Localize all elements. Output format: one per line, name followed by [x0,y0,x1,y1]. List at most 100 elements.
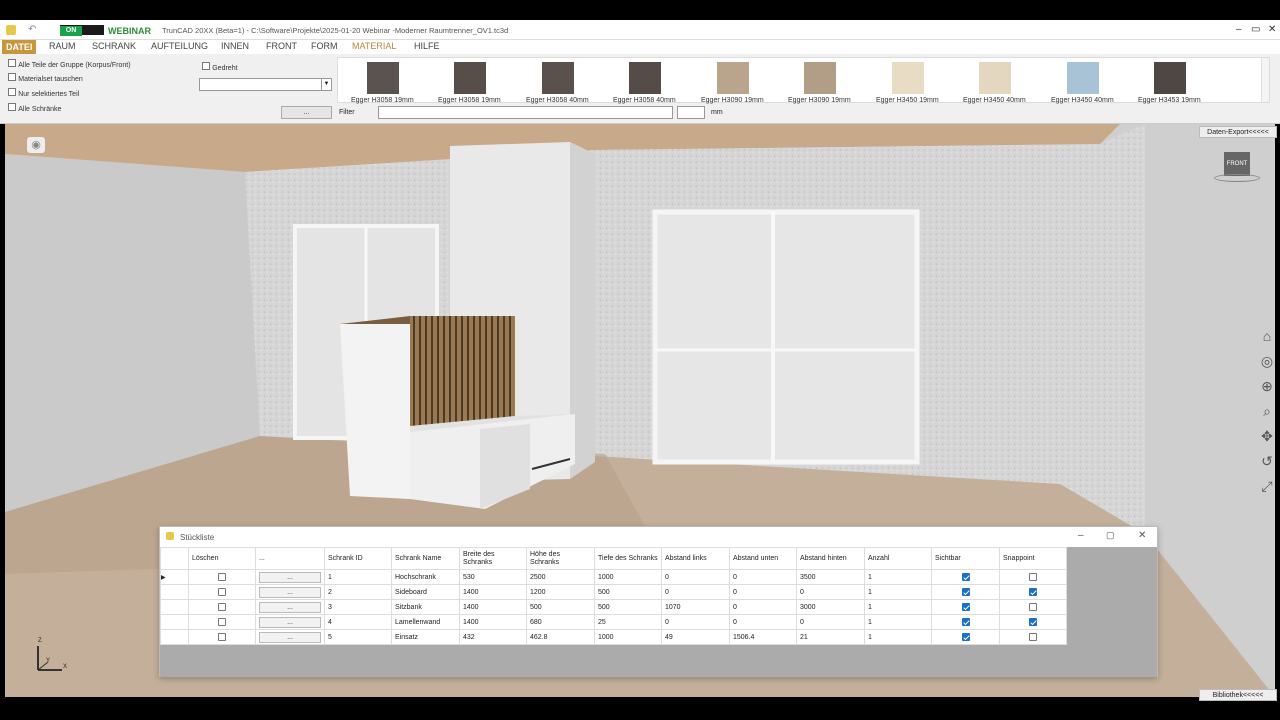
column-header[interactable]: Löschen [188,547,256,570]
maximize-icon[interactable]: ▢ [1106,530,1115,541]
cell-hoehe[interactable]: 2500 [526,569,595,585]
column-header[interactable]: Tiefe des Schranks [594,547,662,570]
cell-hoehe[interactable]: 462.8 [526,629,595,645]
cell-breite[interactable]: 1400 [459,599,527,615]
visible-checkbox[interactable] [961,588,970,596]
minimize-icon[interactable]: – [1236,24,1242,35]
close-icon[interactable]: ✕ [1138,530,1146,541]
menu-datei[interactable]: DATEI [2,40,37,54]
cell-name[interactable]: Sitzbank [391,599,460,615]
table-row[interactable]: ... 3 Sitzbank 1400 500 500 1070 0 3000 1 [160,599,1067,615]
table-row[interactable]: ▶... 1 Hochschrank 530 2500 1000 0 0 3500 1 [160,569,1067,585]
swatch-3[interactable] [629,62,661,94]
row-dots-button[interactable]: ... [259,571,321,583]
cube-ring[interactable] [1214,174,1260,182]
menu-raum[interactable]: RAUM [49,41,76,51]
cell-name[interactable]: Einsatz [391,629,460,645]
cell-breite[interactable]: 432 [459,629,527,645]
dots-button[interactable]: ... [281,106,332,119]
size-input[interactable] [677,106,705,119]
chevron-down-icon[interactable]: ▼ [321,79,331,90]
cell-tiefe[interactable]: 1000 [594,569,662,585]
visible-checkbox[interactable] [961,603,970,611]
cell-hinten[interactable]: 21 [796,629,865,645]
fit-view-icon[interactable]: ⤢ [1258,478,1276,496]
cell-links[interactable]: 49 [661,629,730,645]
menu-form[interactable]: FORM [311,41,338,51]
zoom-icon[interactable]: ⌕ [1258,403,1276,421]
row-dots-button[interactable]: ... [259,601,321,613]
home-icon[interactable]: ⌂ [1258,328,1276,346]
orbit-icon[interactable]: ◎ [1258,353,1276,371]
cell-id[interactable]: 3 [324,599,392,615]
check-alle-teile[interactable]: Alle Teile der Gruppe (Korpus/Front) [8,59,131,69]
library-toggle[interactable]: Bibliothek<<<<< [1199,689,1277,701]
cell-hoehe[interactable]: 680 [526,614,595,630]
swatch-scrollbar[interactable] [1261,58,1269,102]
cell-hinten[interactable]: 3000 [796,599,865,615]
view-cube[interactable]: FRONT [1214,150,1260,186]
cell-unten[interactable]: 0 [729,584,797,600]
swatch-4[interactable] [717,62,749,94]
cell-unten[interactable]: 0 [729,614,797,630]
cell-anzahl[interactable]: 1 [864,614,932,630]
data-export-toggle[interactable]: Daten-Export<<<<< [1199,126,1277,138]
cell-tiefe[interactable]: 500 [594,584,662,600]
delete-checkbox[interactable] [218,633,226,641]
column-header[interactable]: ... [255,547,325,570]
check-nur-selektiert[interactable]: Nur selektiertes Teil [8,88,79,98]
snappoint-checkbox[interactable] [1029,588,1037,596]
check-materialset[interactable]: Materialset tauschen [8,73,83,83]
menu-schrank[interactable]: SCHRANK [92,41,136,51]
swatch-2[interactable] [542,62,574,94]
cell-unten[interactable]: 0 [729,569,797,585]
zoom-window-icon[interactable]: ⊕ [1258,378,1276,396]
column-header[interactable]: Schrank ID [324,547,392,570]
eye-icon[interactable]: ◉ [27,137,45,153]
cell-anzahl[interactable]: 1 [864,569,932,585]
cell-tiefe[interactable]: 1000 [594,629,662,645]
swatch-6[interactable] [892,62,924,94]
snappoint-checkbox[interactable] [1029,573,1037,581]
swatch-1[interactable] [454,62,486,94]
cell-name[interactable]: Hochschrank [391,569,460,585]
minimize-icon[interactable]: – [1078,530,1084,541]
stueckliste-titlebar[interactable]: Stückliste – ▢ ✕ [160,527,1157,547]
column-header[interactable]: Schrank Name [391,547,460,570]
row-dots-button[interactable]: ... [259,586,321,598]
row-dots-button[interactable]: ... [259,616,321,628]
cell-id[interactable]: 5 [324,629,392,645]
cell-id[interactable]: 4 [324,614,392,630]
row-header[interactable] [160,599,189,615]
menu-material[interactable]: MATERIAL [352,41,396,51]
cell-links[interactable]: 0 [661,584,730,600]
cell-links[interactable]: 1070 [661,599,730,615]
cell-hoehe[interactable]: 1200 [526,584,595,600]
cell-anzahl[interactable]: 1 [864,599,932,615]
cell-hoehe[interactable]: 500 [526,599,595,615]
check-alle-schraenke[interactable]: Alle Schränke [8,103,61,113]
menu-aufteilung[interactable]: AUFTEILUNG [151,41,208,51]
column-header[interactable]: Anzahl [864,547,932,570]
cell-links[interactable]: 0 [661,569,730,585]
cell-hinten[interactable]: 0 [796,614,865,630]
delete-checkbox[interactable] [218,588,226,596]
cell-hinten[interactable]: 0 [796,584,865,600]
table-row[interactable]: ... 4 Lamellenwand 1400 680 25 0 0 0 1 [160,614,1067,630]
column-header[interactable]: Abstand hinten [796,547,865,570]
swatch-0[interactable] [367,62,399,94]
delete-checkbox[interactable] [218,573,226,581]
cell-anzahl[interactable]: 1 [864,584,932,600]
swatch-5[interactable] [804,62,836,94]
visible-checkbox[interactable] [961,618,970,626]
cell-tiefe[interactable]: 25 [594,614,662,630]
swatch-8[interactable] [1067,62,1099,94]
material-combo[interactable]: ▼ [199,78,332,91]
delete-checkbox[interactable] [218,618,226,626]
cube-front-face[interactable]: FRONT [1224,152,1250,176]
row-dots-button[interactable]: ... [259,631,321,643]
column-header[interactable]: Sichtbar [931,547,1000,570]
cell-hinten[interactable]: 3500 [796,569,865,585]
cell-unten[interactable]: 1506.4 [729,629,797,645]
row-header[interactable] [160,629,189,645]
